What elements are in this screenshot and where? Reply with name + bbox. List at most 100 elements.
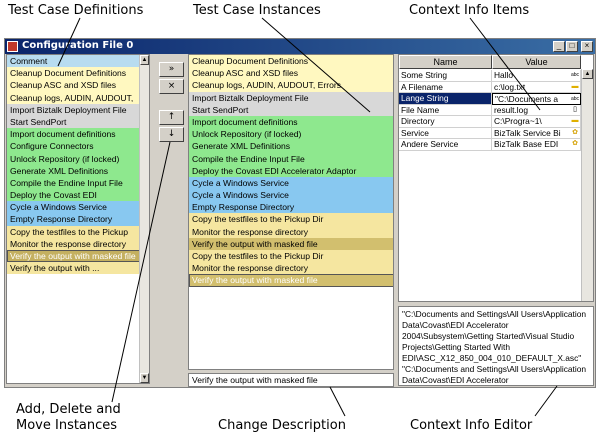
folder-icon[interactable]: ▬ <box>571 117 579 126</box>
grid-cell-name[interactable]: Directory <box>399 116 492 128</box>
grid-cell-value[interactable]: Hallo abc <box>492 70 581 82</box>
callout-context-info-editor: Context Info Editor <box>410 418 533 433</box>
gear-icon[interactable]: ✿ <box>571 129 579 138</box>
definition-item[interactable]: Import document definitions <box>7 128 141 141</box>
instance-item[interactable]: Verify the output with masked file <box>189 237 393 250</box>
context-info-editor[interactable]: "C:\Documents and Settings\All Users\App… <box>398 306 594 386</box>
definition-item[interactable]: Cleanup Document Definitions <box>7 67 141 80</box>
definition-item[interactable]: Verify the output with ... <box>7 262 141 275</box>
instance-item[interactable]: Cleanup ASC and XSD files <box>189 67 393 80</box>
grid-row[interactable]: Directory C:\Progra~1\ ▬ <box>399 116 581 128</box>
grid-cell-value[interactable]: BizTalk Service Bi ✿ <box>492 127 581 139</box>
definition-item[interactable]: Compile the Endine Input File <box>7 176 141 190</box>
callout-context-info-items: Context Info Items <box>409 3 530 18</box>
grid-cell-value-text: c:\log.txt <box>494 81 526 92</box>
grid-row[interactable]: File Name result.log ▯ <box>399 104 581 116</box>
app-icon <box>7 41 18 52</box>
change-description-input[interactable]: Verify the output with masked file <box>188 373 394 387</box>
add-instance-button[interactable]: » <box>159 62 184 77</box>
grid-header-name[interactable]: Name <box>399 55 492 69</box>
grid-cell-value-text: BizTalk Base EDI <box>494 139 559 149</box>
grid-cell-value[interactable]: result.log ▯ <box>492 104 581 116</box>
grid-header-value[interactable]: Value <box>492 55 581 69</box>
grid-cell-name[interactable]: A Filename <box>399 81 492 93</box>
instance-item[interactable]: Cleanup Document Definitions <box>189 55 393 68</box>
definition-item[interactable]: Unlock Repository (if locked) <box>7 152 141 165</box>
instance-item[interactable]: Copy the testfiles to the Pickup Dir <box>189 213 393 226</box>
grid-cell-value-text: BizTalk Service Bi <box>494 127 561 138</box>
instance-item[interactable]: Monitor the response directory <box>189 262 393 275</box>
test-case-instances-list[interactable]: Cleanup Document Definitions Cleanup ASC … <box>188 54 394 370</box>
instance-item[interactable]: Generate XML Definitions <box>189 140 393 153</box>
grid-row[interactable]: Service BizTalk Service Bi ✿ <box>399 127 581 139</box>
definitions-scrollbar[interactable]: ▲ ▼ <box>139 55 149 383</box>
scroll-up-arrow-icon[interactable]: ▲ <box>140 55 149 65</box>
instance-item[interactable]: Cleanup logs, AUDIN, AUDOUT, Errors <box>189 79 393 92</box>
grid-cell-value-text: Hallo <box>494 70 514 80</box>
maximize-button[interactable]: □ <box>566 41 578 52</box>
folder-icon[interactable]: ▬ <box>571 83 579 92</box>
grid-row[interactable]: Some String Hallo abc <box>399 70 581 82</box>
test-case-definitions-list[interactable]: Comment Cleanup Document Definitions Clean… <box>6 54 150 384</box>
move-down-button[interactable]: ↓ <box>159 127 184 142</box>
delete-instance-button[interactable]: × <box>159 79 184 94</box>
title-bar[interactable]: Configuration File 0 _ □ × <box>5 39 595 54</box>
grid-cell-value-text: C:\Progra~1\ <box>494 116 542 126</box>
gear-icon[interactable]: ✿ <box>571 140 579 149</box>
abc-icon[interactable]: abc <box>571 95 579 104</box>
grid-cell-value[interactable]: c:\log.txt ▬ <box>492 81 581 93</box>
grid-row[interactable]: A Filename c:\log.txt ▬ <box>399 81 581 93</box>
definition-item[interactable]: Cleanup logs, AUDIN, AUDOUT, <box>7 91 141 104</box>
grid-cell-value-text: "C:\Documents a <box>495 94 559 104</box>
definition-item[interactable]: Copy the testfiles to the Pickup <box>7 225 141 238</box>
grid-cell-value[interactable]: BizTalk Base EDI ✿ <box>492 139 581 151</box>
abc-icon[interactable]: abc <box>571 71 579 80</box>
callout-test-case-instances: Test Case Instances <box>193 3 321 18</box>
instance-item[interactable]: Empty Response Directory <box>189 201 393 214</box>
definition-item[interactable]: Import Biztalk Deployment File <box>7 103 141 116</box>
grid-cell-name[interactable]: Some String <box>399 70 492 82</box>
definition-item[interactable]: Verify the output with masked file <box>7 250 141 263</box>
close-button[interactable]: × <box>581 41 593 52</box>
definition-item[interactable]: Configure Connectors <box>7 140 141 153</box>
instance-item[interactable]: Unlock Repository (if locked) <box>189 128 393 141</box>
grid-cell-name[interactable]: File Name <box>399 104 492 116</box>
window-title: Configuration File 0 <box>22 40 134 51</box>
instance-item[interactable]: Import document definitions <box>189 115 393 129</box>
instance-item[interactable]: Compile the Endine Input File <box>189 152 393 165</box>
grid-scroll-up-arrow-icon[interactable]: ▲ <box>582 69 593 79</box>
instance-item[interactable]: Monitor the response directory <box>189 225 393 238</box>
instance-item[interactable]: Verify the output with masked file <box>189 274 393 287</box>
instance-item[interactable]: Cycle a Windows Service <box>189 176 393 190</box>
instance-item[interactable]: Deploy the Covast EDI Accelerator Adapto… <box>189 164 393 177</box>
instance-item[interactable]: Start SendPort <box>189 103 393 116</box>
callout-test-case-definitions: Test Case Definitions <box>8 3 144 18</box>
grid-row[interactable]: Andere Service BizTalk Base EDI ✿ <box>399 139 581 151</box>
grid-cell-name[interactable]: Lange String <box>399 93 492 105</box>
minimize-button[interactable]: _ <box>553 41 565 52</box>
grid-cell-value[interactable]: "C:\Documents a abc <box>492 93 581 105</box>
instance-item[interactable]: Copy the testfiles to the Pickup Dir <box>189 250 393 263</box>
grid-cell-name[interactable]: Service <box>399 127 492 139</box>
definition-item[interactable]: Empty Response Directory <box>7 213 141 226</box>
definition-item[interactable]: Cleanup ASC and XSD files <box>7 79 141 92</box>
grid-row[interactable]: Lange String "C:\Documents a abc <box>399 93 581 105</box>
move-up-button[interactable]: ↑ <box>159 110 184 125</box>
callout-change-description: Change Description <box>218 418 346 433</box>
definition-item[interactable]: Generate XML Definitions <box>7 164 141 177</box>
grid-cell-value-text: result.log <box>494 104 528 115</box>
file-icon[interactable]: ▯ <box>571 106 579 115</box>
definition-item[interactable]: Comment <box>7 55 141 68</box>
context-info-grid[interactable]: Name Value Some String Hallo abc A Filename… <box>398 54 594 302</box>
callout-add-delete-move-2: Move Instances <box>16 418 118 433</box>
definition-item[interactable]: Monitor the response directory <box>7 237 141 250</box>
grid-cell-name[interactable]: Andere Service <box>399 139 492 151</box>
definition-item[interactable]: Start SendPort <box>7 115 141 129</box>
instance-item[interactable]: Cycle a Windows Service <box>189 189 393 202</box>
instance-item[interactable]: Import Biztalk Deployment File <box>189 91 393 104</box>
definition-item[interactable]: Deploy the Covast EDI <box>7 189 141 202</box>
scroll-down-arrow-icon[interactable]: ▼ <box>140 373 149 383</box>
definition-item[interactable]: Cycle a Windows Service <box>7 201 141 214</box>
grid-cell-value[interactable]: C:\Progra~1\ ▬ <box>492 116 581 128</box>
grid-scrollbar[interactable]: ▲ <box>581 69 593 301</box>
